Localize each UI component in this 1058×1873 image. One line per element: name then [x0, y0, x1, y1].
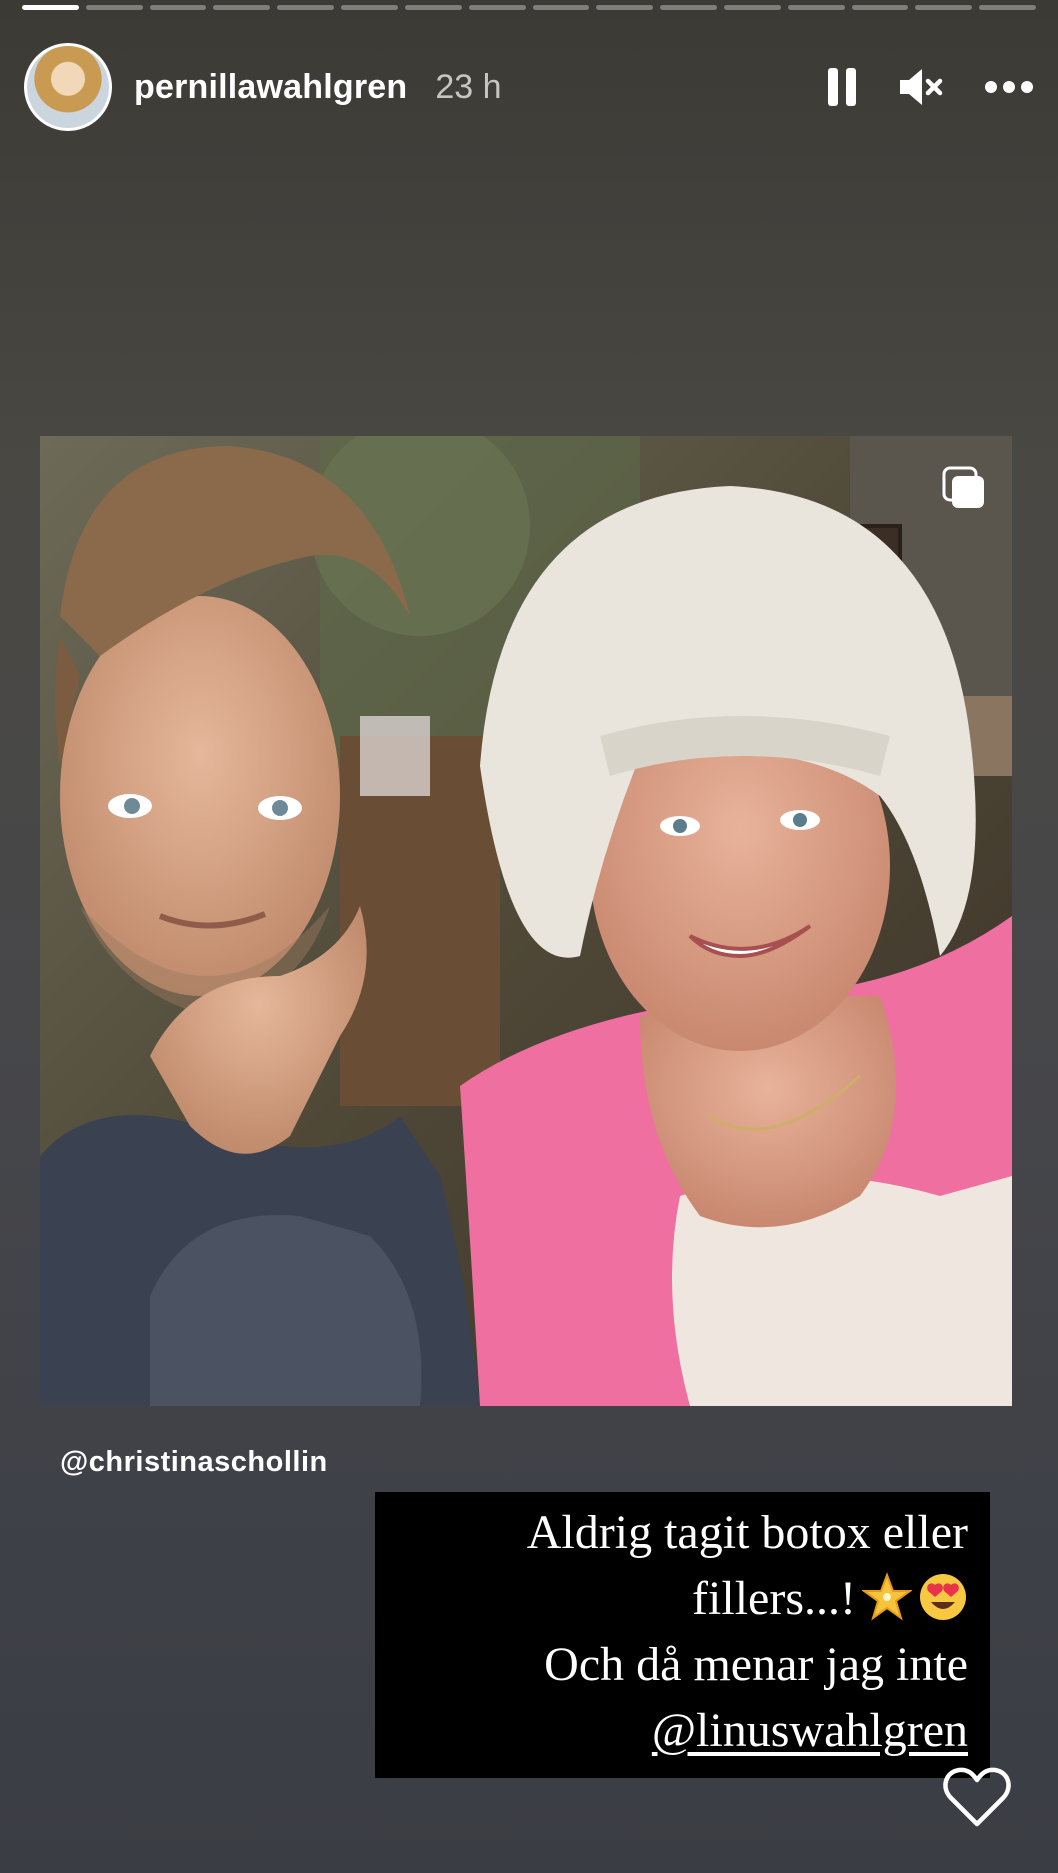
progress-segment	[404, 5, 462, 10]
mention-sticker[interactable]: @christinaschollin	[60, 1446, 328, 1479]
progress-segment	[468, 5, 526, 10]
progress-segment	[723, 5, 781, 10]
heart-icon[interactable]	[942, 1766, 1012, 1828]
progress-segment	[851, 5, 909, 10]
progress-segment	[22, 5, 79, 10]
story-progress-bar	[22, 5, 1036, 10]
progress-segment	[787, 5, 845, 10]
heart-eyes-emoji	[920, 1574, 966, 1620]
more-options-icon[interactable]	[984, 80, 1034, 94]
progress-segment	[915, 5, 973, 10]
progress-segment	[213, 5, 271, 10]
multiple-posts-icon[interactable]	[942, 466, 986, 510]
progress-segment	[596, 5, 654, 10]
profile-avatar[interactable]	[24, 43, 112, 131]
caption-line-1: Aldrig tagit botox eller	[526, 1506, 968, 1559]
progress-segment	[532, 5, 590, 10]
progress-segment	[979, 5, 1036, 10]
speaker-muted-icon[interactable]	[898, 67, 944, 107]
progress-segment	[341, 5, 398, 10]
progress-segment	[85, 5, 143, 10]
star-emoji	[862, 1572, 912, 1621]
username[interactable]: pernillawahlgren	[134, 68, 407, 107]
pause-icon[interactable]	[826, 66, 858, 108]
caption-line-3: Och då menar jag inte	[544, 1638, 968, 1691]
caption-line-2-text: fillers...!	[692, 1572, 856, 1625]
progress-segment	[277, 5, 335, 10]
progress-segment	[660, 5, 717, 10]
story-photo[interactable]	[40, 436, 1012, 1406]
story-timestamp: 23 h	[435, 67, 502, 106]
caption-line-2: fillers...!	[397, 1566, 968, 1632]
caption-text-box: Aldrig tagit botox eller fillers...! Och…	[375, 1492, 990, 1778]
selfie-image	[40, 436, 1012, 1406]
story-header: pernillawahlgren 23 h	[24, 42, 1034, 132]
progress-segment	[149, 5, 207, 10]
story-controls	[826, 66, 1034, 108]
caption-link-mention[interactable]: @linuswahlgren	[397, 1698, 968, 1764]
